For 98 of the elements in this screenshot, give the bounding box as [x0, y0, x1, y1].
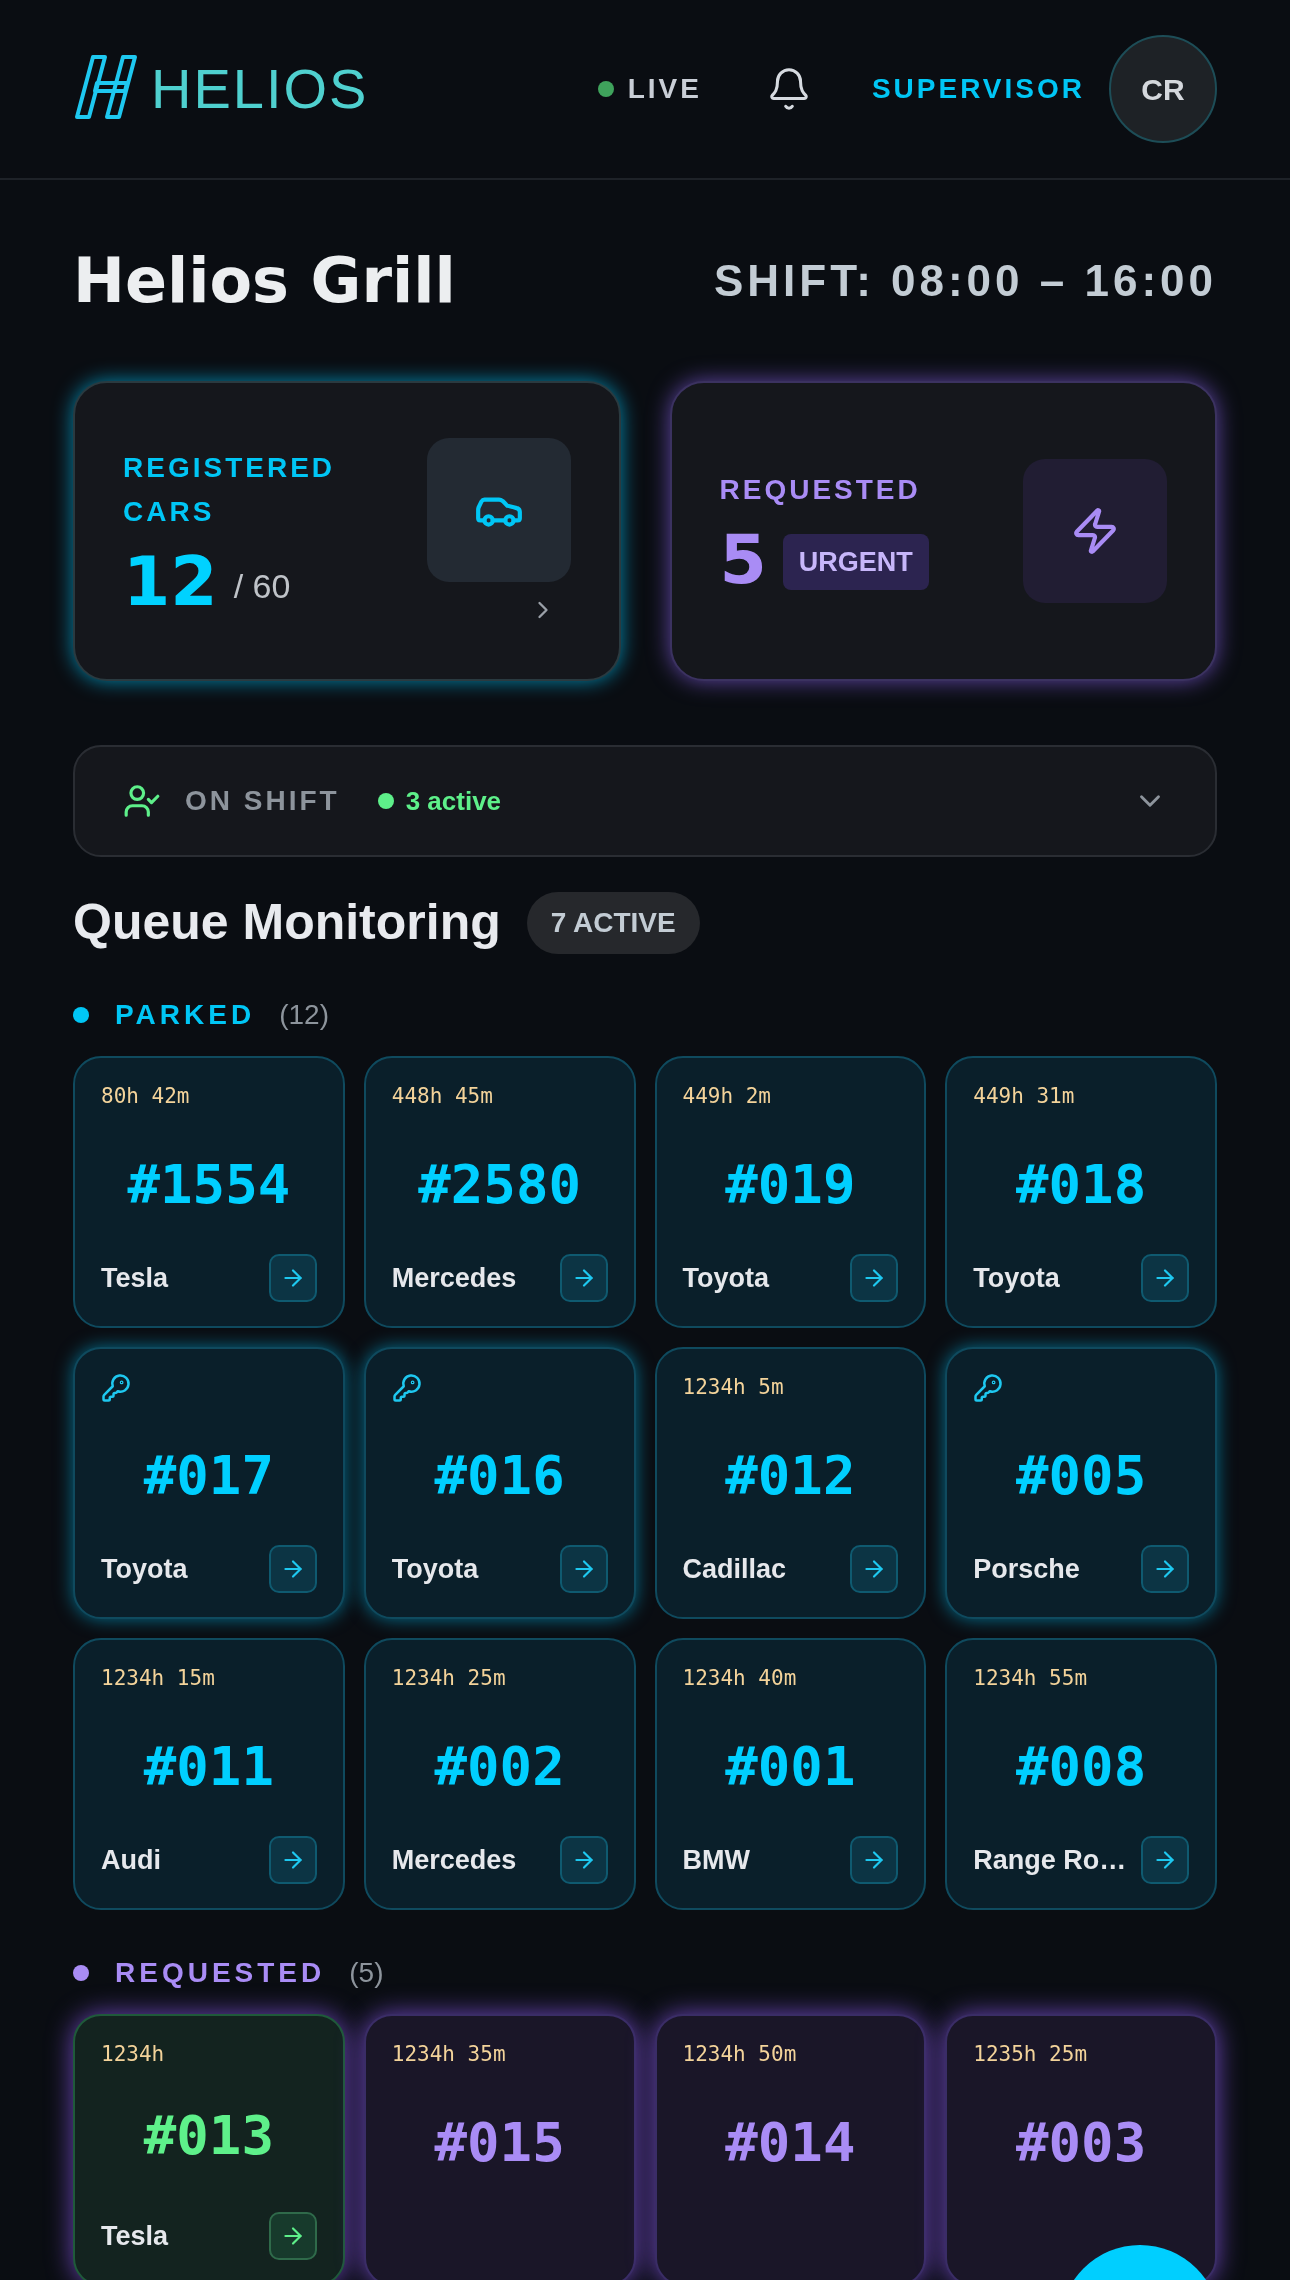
open-button[interactable]	[559, 1836, 608, 1884]
section-count: (12)	[279, 998, 329, 1032]
car-make: Range Ro…	[973, 1843, 1127, 1877]
stat-total: / 60	[233, 566, 291, 607]
ticket-card[interactable]: 1234h 25m #002 Mercedes	[363, 1638, 636, 1910]
section-label: REQUESTED	[115, 1956, 326, 1990]
open-button[interactable]	[1141, 1545, 1189, 1593]
active-count: 3 active	[405, 784, 502, 818]
ticket-number: #1554	[127, 1151, 291, 1218]
ticket-card[interactable]: 1234h #013 Tesla	[73, 2014, 345, 2280]
ticket-card[interactable]: 1234h 15m #011 Audi	[73, 1638, 345, 1910]
on-shift-label: ON SHIFT	[185, 784, 340, 818]
elapsed-time: 1234h 35m	[391, 2041, 506, 2069]
ticket-card[interactable]: #016 Toyota	[363, 1347, 636, 1619]
elapsed-time: 449h 31m	[973, 1083, 1075, 1111]
ticket-card[interactable]: #005 Porsche	[945, 1347, 1217, 1619]
elapsed-time: 1234h 55m	[973, 1665, 1088, 1693]
ticket-number: #2580	[418, 1151, 581, 1218]
open-button[interactable]	[268, 1545, 317, 1593]
stat-label: REQUESTED	[719, 473, 922, 507]
key-icon	[973, 1373, 1004, 1403]
car-make: Toyota	[391, 1552, 479, 1586]
user-avatar[interactable]: CR	[1109, 35, 1217, 143]
stat-card[interactable]: REGISTERED CARS 12 / 60	[73, 381, 621, 681]
open-button[interactable]	[559, 1254, 608, 1302]
open-button[interactable]	[268, 2212, 317, 2260]
ticket-card[interactable]: #017 Toyota	[73, 1347, 345, 1619]
ticket-number: #016	[434, 1442, 565, 1509]
elapsed-time: 1235h 25m	[973, 2041, 1088, 2069]
ticket-card[interactable]: 80h 42m #1554 Tesla	[73, 1056, 345, 1328]
ticket-card[interactable]: 449h 2m #019 Toyota	[654, 1056, 927, 1328]
live-label: LIVE	[627, 72, 702, 106]
section-label: PARKED	[115, 998, 256, 1032]
open-button[interactable]	[268, 1254, 317, 1302]
car-make: Mercedes	[391, 1843, 517, 1877]
ticket-number: #001	[725, 1733, 856, 1800]
stat-value: 12	[123, 548, 218, 616]
user-check-icon	[123, 782, 161, 820]
key-icon	[391, 1373, 422, 1403]
ticket-card[interactable]: 1234h 40m #001 BMW	[654, 1638, 927, 1910]
active-badge: 7 ACTIVE	[526, 891, 700, 954]
ticket-number: #005	[1016, 1442, 1147, 1509]
venue-title: Helios Grill	[73, 243, 456, 319]
ticket-number: #002	[434, 1733, 565, 1800]
ticket-number: #019	[725, 1151, 856, 1218]
ticket-card[interactable]: 449h 31m #018 Toyota	[945, 1056, 1217, 1328]
car-make: Mercedes	[391, 1261, 517, 1295]
ticket-number: #003	[1016, 2109, 1147, 2176]
ticket-number: #014	[725, 2109, 856, 2176]
elapsed-time: 1234h 40m	[682, 1665, 797, 1693]
ticket-number: #013	[143, 2102, 274, 2169]
elapsed-time: 1234h	[101, 2041, 165, 2069]
elapsed-time: 1234h 50m	[682, 2041, 797, 2069]
stat-label: REGISTERED CARS	[123, 451, 337, 529]
car-make: Tesla	[101, 2219, 169, 2253]
ticket-card[interactable]: 1234h 50m #014	[654, 2014, 927, 2280]
brand-name: HELIOS	[151, 56, 369, 122]
elapsed-time: 1234h 15m	[101, 1665, 215, 1693]
car-make: Toyota	[682, 1261, 769, 1295]
open-button[interactable]	[1141, 1254, 1189, 1302]
elapsed-time: 1234h 5m	[682, 1374, 784, 1402]
car-make: Toyota	[101, 1552, 188, 1586]
ticket-number: #011	[143, 1733, 274, 1800]
ticket-card[interactable]: 448h 45m #2580 Mercedes	[363, 1056, 636, 1328]
urgent-badge: URGENT	[782, 533, 929, 590]
car-make: Cadillac	[682, 1552, 787, 1586]
stat-value: 5	[719, 526, 767, 594]
car-make: Porsche	[973, 1552, 1080, 1586]
ticket-number: #012	[725, 1442, 856, 1509]
car-make: BMW	[682, 1843, 750, 1877]
open-button[interactable]	[268, 1836, 317, 1884]
open-button[interactable]	[1141, 1836, 1189, 1884]
car-make: Toyota	[973, 1261, 1060, 1295]
role-label: SUPERVISOR	[871, 72, 1085, 106]
ticket-number: #018	[1016, 1151, 1147, 1218]
ticket-card[interactable]: 1234h 5m #012 Cadillac	[654, 1347, 927, 1619]
elapsed-time: 80h 42m	[101, 1083, 190, 1111]
ticket-card[interactable]: 1234h 35m #015	[363, 2014, 636, 2280]
ticket-card[interactable]: 1234h 55m #008 Range Ro…	[945, 1638, 1217, 1910]
key-icon	[101, 1373, 131, 1403]
car-make: Audi	[101, 1843, 161, 1877]
queue-title: Queue Monitoring	[73, 893, 501, 952]
open-button[interactable]	[850, 1254, 899, 1302]
stat-card[interactable]: REQUESTED 5 URGENT	[669, 381, 1217, 681]
shift-hours: SHIFT: 08:00 – 16:00	[713, 254, 1217, 307]
ticket-number: #008	[1016, 1733, 1147, 1800]
elapsed-time: 1234h 25m	[391, 1665, 506, 1693]
open-button[interactable]	[850, 1545, 899, 1593]
open-button[interactable]	[559, 1545, 608, 1593]
ticket-number: #017	[143, 1442, 274, 1509]
section-count: (5)	[349, 1956, 384, 1990]
open-button[interactable]	[850, 1836, 899, 1884]
ticket-card[interactable]: 1235h 25m #003	[945, 2014, 1217, 2280]
ticket-number: #015	[434, 2109, 565, 2176]
elapsed-time: 448h 45m	[391, 1083, 493, 1111]
elapsed-time: 449h 2m	[682, 1083, 771, 1111]
car-make: Tesla	[101, 1261, 169, 1295]
on-shift-panel[interactable]: ON SHIFT 3 active	[73, 745, 1217, 857]
